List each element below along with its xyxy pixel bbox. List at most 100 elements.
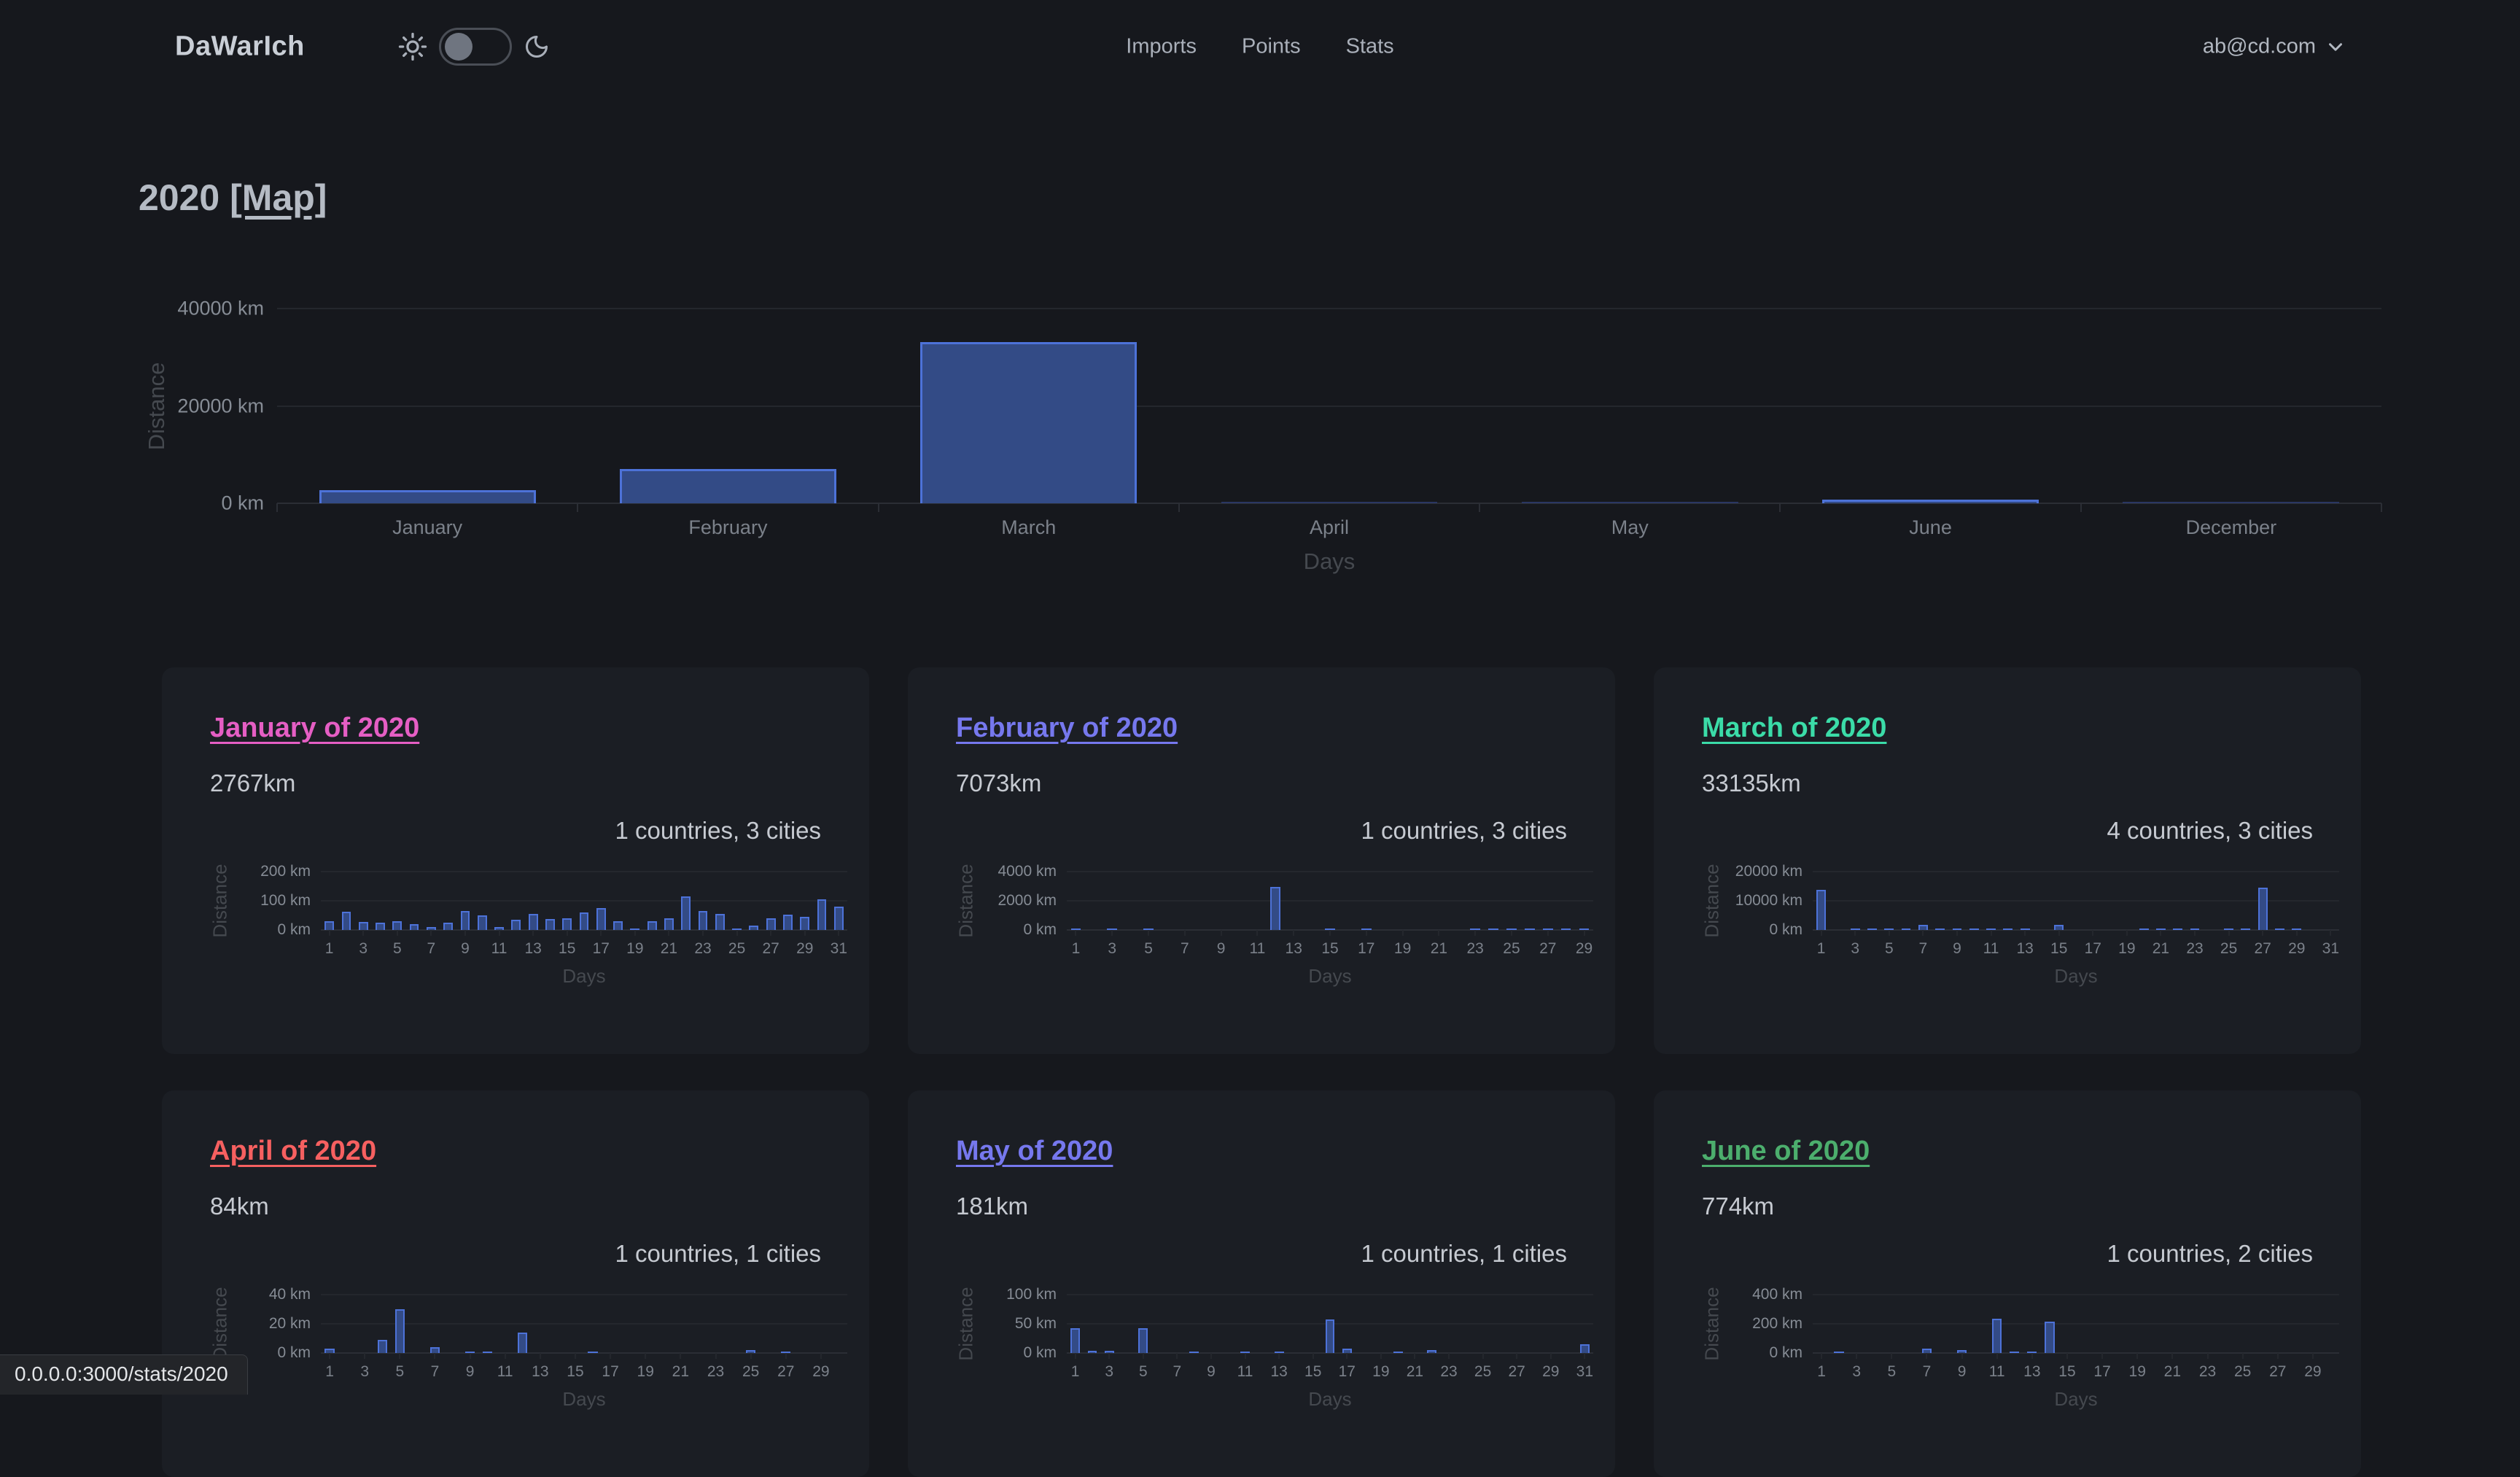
nav-item-imports[interactable]: Imports bbox=[1126, 35, 1197, 59]
bar-day-1 bbox=[324, 921, 334, 930]
x-tick-label: 15 bbox=[567, 1363, 583, 1381]
map-link[interactable]: [Map] bbox=[230, 177, 327, 218]
nav-item-stats[interactable]: Stats bbox=[1346, 35, 1394, 59]
x-tick bbox=[1516, 1353, 1517, 1359]
month-summary: 4 countries, 3 cities bbox=[2107, 817, 2313, 845]
month-summary: 1 countries, 1 cities bbox=[615, 1240, 821, 1268]
x-tick-label: 9 bbox=[466, 1363, 475, 1381]
bar-day-5 bbox=[395, 1309, 405, 1353]
x-tick bbox=[2101, 1353, 2103, 1359]
user-menu[interactable]: ab@cd.com bbox=[2203, 35, 2346, 59]
page-title-year: 2020 bbox=[139, 177, 219, 218]
x-tick bbox=[1474, 930, 1476, 936]
x-tick bbox=[1991, 930, 1992, 936]
x-tick-label: March bbox=[1001, 516, 1056, 539]
x-tick bbox=[2277, 1353, 2279, 1359]
y-tick-label: 200 km bbox=[1752, 1315, 1802, 1333]
theme-toggle-group bbox=[398, 28, 550, 66]
x-tick-label: 25 bbox=[2220, 940, 2237, 958]
x-tick bbox=[2092, 930, 2093, 936]
x-tick bbox=[1380, 1353, 1382, 1359]
x-tick-label: 11 bbox=[491, 940, 508, 958]
x-tick bbox=[1278, 1353, 1280, 1359]
month-summary: 1 countries, 3 cities bbox=[615, 817, 821, 845]
x-tick bbox=[838, 930, 839, 936]
bar-day-24 bbox=[715, 914, 725, 930]
gridline bbox=[1067, 1294, 1593, 1295]
bar-day-28 bbox=[1561, 929, 1571, 930]
bar-day-5 bbox=[392, 921, 402, 930]
month-link-february[interactable]: February of 2020 bbox=[956, 713, 1178, 744]
x-axis-title: Days bbox=[2054, 1388, 2097, 1411]
x-tick bbox=[1821, 1353, 1822, 1359]
x-axis-title: Days bbox=[562, 1388, 605, 1411]
x-tick-label: 1 bbox=[325, 1363, 334, 1381]
x-axis-title: Days bbox=[2054, 965, 2097, 988]
x-tick-label: 3 bbox=[1105, 1363, 1113, 1381]
bar-day-31 bbox=[1580, 1344, 1590, 1353]
x-axis-title: Days bbox=[1304, 548, 1356, 575]
x-tick-label: 27 bbox=[763, 940, 779, 958]
x-tick-label: 23 bbox=[1440, 1363, 1457, 1381]
x-tick-label: 11 bbox=[1983, 940, 1999, 958]
x-tick-label: 17 bbox=[2085, 940, 2101, 958]
y-tick-label: 20000 km bbox=[177, 395, 264, 417]
page-title: 2020 [Map] bbox=[139, 177, 327, 219]
app-logo[interactable]: DaWarIch bbox=[175, 31, 305, 63]
x-tick bbox=[1414, 1353, 1415, 1359]
x-tick-label: 29 bbox=[1542, 1363, 1559, 1381]
x-tick bbox=[2024, 930, 2026, 936]
x-tick-label: 15 bbox=[1321, 940, 1338, 958]
bar-day-10 bbox=[478, 915, 487, 930]
month-distance: 2767km bbox=[210, 769, 295, 797]
x-tick bbox=[1366, 930, 1367, 936]
bar-day-22 bbox=[2173, 929, 2182, 930]
month-link-april[interactable]: April of 2020 bbox=[210, 1136, 376, 1167]
x-tick bbox=[276, 503, 278, 512]
x-tick-label: 9 bbox=[1958, 1363, 1967, 1381]
x-tick bbox=[2207, 1353, 2209, 1359]
x-tick-label: 17 bbox=[593, 940, 610, 958]
x-tick bbox=[1891, 1353, 1892, 1359]
gridline bbox=[277, 406, 2381, 407]
bar-day-24 bbox=[1488, 929, 1498, 930]
x-tick-label: 19 bbox=[1372, 1363, 1389, 1381]
x-tick bbox=[600, 930, 602, 936]
x-tick-label: 27 bbox=[1509, 1363, 1525, 1381]
month-distance: 33135km bbox=[1702, 769, 1801, 797]
x-tick bbox=[1293, 930, 1294, 936]
y-tick-label: 100 km bbox=[1006, 1286, 1057, 1303]
x-tick bbox=[2160, 930, 2161, 936]
x-tick bbox=[1922, 930, 1924, 936]
x-tick-label: 15 bbox=[1304, 1363, 1321, 1381]
y-tick-label: 400 km bbox=[1752, 1286, 1802, 1303]
x-tick-label: 13 bbox=[1286, 940, 1302, 958]
nav-item-points[interactable]: Points bbox=[1242, 35, 1301, 59]
x-tick-label: 5 bbox=[1887, 1363, 1896, 1381]
browser-status-url: 0.0.0.0:3000/stats/2020 bbox=[0, 1354, 248, 1395]
x-tick bbox=[715, 1353, 717, 1359]
x-tick-label: 29 bbox=[2288, 940, 2305, 958]
bar-day-12 bbox=[2010, 1352, 2019, 1353]
x-tick bbox=[2381, 503, 2382, 512]
x-tick bbox=[668, 930, 669, 936]
x-tick-label: 23 bbox=[707, 1363, 724, 1381]
x-tick bbox=[2296, 930, 2298, 936]
x-tick bbox=[464, 930, 466, 936]
y-axis-title: Distance bbox=[209, 1287, 232, 1360]
month-card-march: March of 2020 33135km 4 countries, 3 cit… bbox=[1654, 667, 2361, 1054]
month-link-june[interactable]: June of 2020 bbox=[1702, 1136, 1870, 1167]
theme-toggle-switch[interactable] bbox=[439, 28, 512, 66]
x-tick-label: 23 bbox=[694, 940, 711, 958]
x-tick bbox=[1856, 1353, 1857, 1359]
bar-day-12 bbox=[518, 1333, 527, 1353]
x-tick bbox=[1245, 1353, 1246, 1359]
month-link-january[interactable]: January of 2020 bbox=[210, 713, 419, 744]
x-tick-label: 7 bbox=[1181, 940, 1189, 958]
month-link-march[interactable]: March of 2020 bbox=[1702, 713, 1886, 744]
bar-April bbox=[1221, 502, 1438, 503]
month-link-may[interactable]: May of 2020 bbox=[956, 1136, 1113, 1167]
x-tick bbox=[532, 930, 534, 936]
x-tick bbox=[2080, 503, 2082, 512]
x-tick bbox=[2228, 930, 2230, 936]
